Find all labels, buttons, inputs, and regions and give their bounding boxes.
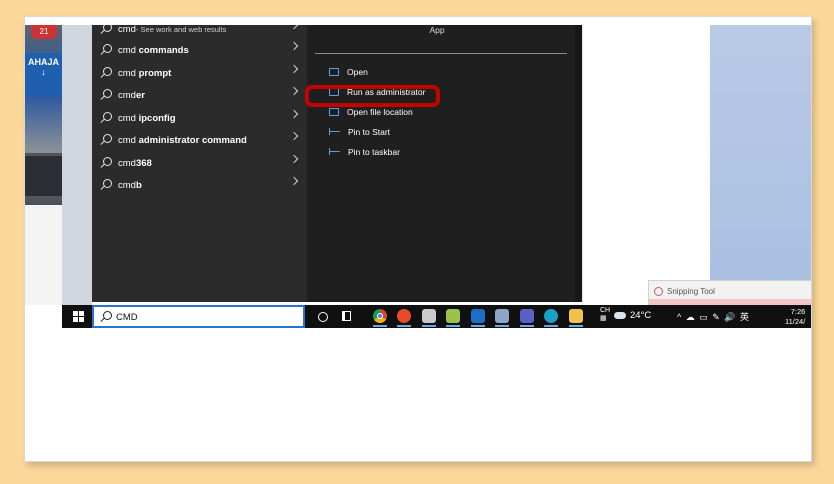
app-detail-panel: App Open Run as administrator Open file … — [307, 25, 582, 302]
detail-scrollbar[interactable] — [575, 25, 582, 302]
action-label: Open file location — [347, 107, 413, 117]
chevron-right-icon[interactable] — [289, 109, 299, 119]
search-result-item[interactable]: cmd commands — [92, 39, 307, 61]
result-bold: administrator command — [138, 134, 247, 146]
result-prefix: cmd — [118, 89, 136, 101]
taskbar: CMD CH ▦ 24°C ^ ☁ ▭ ✎ 🔊 英 7:26 11/24/ — [62, 305, 811, 328]
search-result-item[interactable]: cmd ipconfig — [92, 107, 307, 129]
annotation-highlight-box — [305, 85, 440, 107]
edge-icon[interactable] — [544, 309, 558, 327]
clock-date: 11/24/ — [785, 317, 806, 326]
window-background — [25, 205, 62, 305]
search-input[interactable]: CMD — [116, 312, 138, 323]
result-prefix: cmd — [118, 67, 136, 79]
result-prefix: cmd — [118, 25, 136, 35]
search-result-item[interactable]: cmd er — [92, 84, 307, 106]
search-result-item[interactable]: cmd b — [92, 174, 307, 196]
open-window-icon — [329, 68, 339, 76]
chevron-right-icon[interactable] — [289, 41, 299, 51]
search-icon — [100, 134, 112, 146]
snipping-tool-title: Snipping Tool — [667, 287, 715, 296]
photos-icon[interactable] — [495, 309, 509, 327]
chrome-icon[interactable] — [373, 309, 387, 327]
pin-to-taskbar-action[interactable]: Pin to taskbar — [329, 144, 400, 160]
chevron-right-icon[interactable] — [289, 86, 299, 96]
result-prefix: cmd — [118, 179, 136, 191]
chevron-right-icon[interactable] — [289, 154, 299, 164]
search-icon — [100, 112, 112, 124]
search-icon — [100, 67, 112, 79]
input-method-indicator[interactable]: CH ▦ — [600, 307, 610, 323]
search-results-panel: cmd - See work and web results cmd comma… — [92, 25, 307, 302]
taskbar-search-box[interactable]: CMD — [92, 305, 305, 328]
file-explorer-icon[interactable] — [569, 309, 583, 327]
document-window — [582, 25, 711, 305]
action-label: Pin to Start — [348, 127, 391, 137]
speed-sign: 21 — [31, 25, 57, 39]
action-label: Pin to taskbar — [348, 147, 400, 157]
result-bold: ipconfig — [138, 112, 176, 124]
car-image — [25, 153, 62, 196]
search-icon — [100, 311, 112, 323]
divider — [315, 53, 567, 54]
taskbar-clock[interactable]: 7:26 11/24/ — [785, 307, 805, 327]
search-icon — [100, 179, 112, 191]
snipping-tool-icon — [654, 287, 663, 296]
result-bold: 368 — [135, 157, 152, 169]
ime-label: CH — [600, 307, 611, 314]
result-prefix: cmd — [118, 134, 136, 146]
system-tray[interactable]: ^ ☁ ▭ ✎ 🔊 英 — [677, 310, 750, 323]
clock-time: 7:26 — [790, 307, 806, 316]
teams-icon[interactable] — [520, 309, 534, 327]
windows-start-icon[interactable] — [73, 311, 84, 322]
chevron-right-icon[interactable] — [289, 25, 299, 30]
open-action[interactable]: Open — [329, 64, 368, 80]
search-result-item[interactable]: cmd - See work and web results — [92, 25, 307, 40]
result-bold: b — [135, 179, 142, 191]
folder-icon — [329, 108, 339, 116]
snipping-tool-window[interactable]: Snipping Tool — [648, 280, 811, 306]
search-result-item[interactable]: cmd 368 — [92, 152, 307, 174]
result-prefix: cmd — [118, 112, 136, 124]
task-view-icon[interactable] — [342, 311, 351, 321]
result-prefix: cmd — [118, 157, 136, 169]
cortana-icon[interactable] — [318, 312, 328, 322]
road-sign-text: AHAJA — [27, 57, 59, 67]
result-bold: commands — [138, 44, 189, 56]
app-type-label: App — [429, 25, 445, 35]
pin-to-start-action[interactable]: Pin to Start — [329, 124, 390, 140]
desktop-wallpaper — [710, 25, 811, 305]
outlook-icon[interactable] — [471, 309, 485, 327]
road-sign: AHAJA ↓ — [25, 53, 62, 95]
search-icon — [100, 89, 112, 101]
weather-cloud-icon — [614, 312, 626, 319]
background-photo: 21 AHAJA ↓ — [25, 25, 62, 205]
pin-icon — [329, 127, 340, 135]
search-icon — [100, 25, 112, 35]
paint-icon[interactable] — [446, 309, 460, 327]
result-bold: er — [135, 89, 145, 101]
desktop-screenshot: 21 AHAJA ↓ cmd - See work and web results… — [25, 25, 811, 328]
result-suffix: - See work and web results — [135, 25, 227, 34]
pin-icon — [329, 147, 340, 155]
chevron-right-icon[interactable] — [289, 131, 299, 141]
search-icon — [100, 157, 112, 169]
result-bold: prompt — [138, 67, 172, 79]
weather-temperature[interactable]: 24°C — [630, 310, 651, 321]
opera-icon[interactable] — [397, 309, 411, 327]
result-prefix: cmd — [118, 44, 136, 56]
action-label: Open — [347, 67, 368, 77]
chevron-right-icon[interactable] — [289, 176, 299, 186]
window-background-gray — [62, 25, 92, 305]
app-icon[interactable] — [422, 309, 436, 327]
screenshot-frame: 21 AHAJA ↓ cmd - See work and web results… — [24, 16, 812, 462]
chevron-right-icon[interactable] — [289, 64, 299, 74]
search-result-item[interactable]: cmd prompt — [92, 62, 307, 84]
search-result-item[interactable]: cmd administrator command — [92, 129, 307, 151]
search-icon — [100, 44, 112, 56]
